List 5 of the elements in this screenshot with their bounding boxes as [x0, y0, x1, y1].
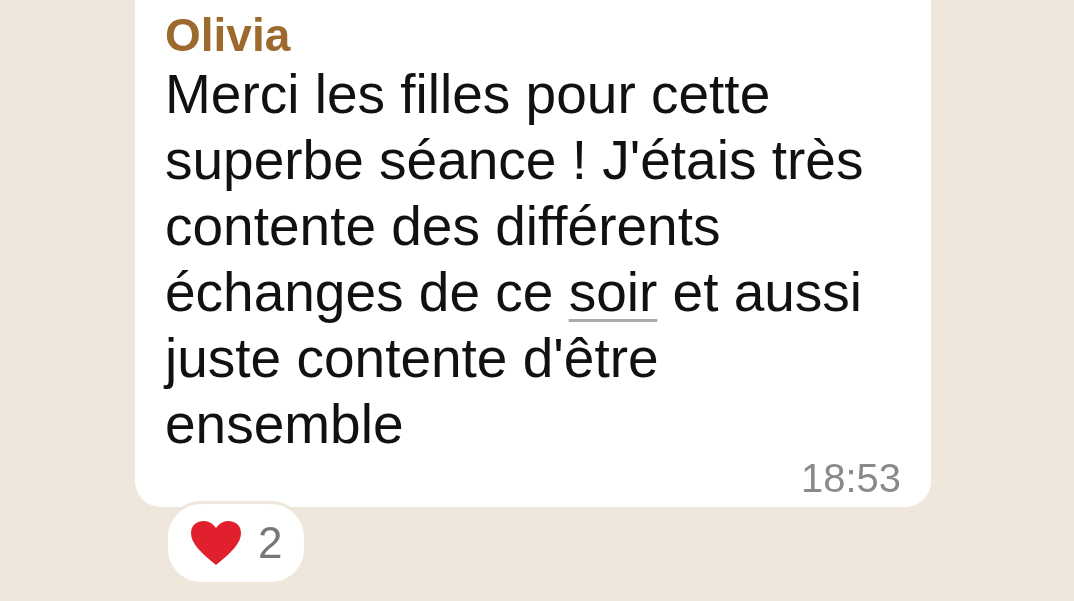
reaction-count: 2 [258, 516, 283, 569]
link[interactable]: soir [568, 260, 658, 323]
sender-name: Olivia [165, 8, 292, 61]
message-text: Merci les filles pour cette superbe séance ! J'étais très contente des différents échanges de ce soir et aussi juste contente d'être ensemble [165, 61, 865, 457]
message-time: 18:53 [800, 455, 901, 500]
